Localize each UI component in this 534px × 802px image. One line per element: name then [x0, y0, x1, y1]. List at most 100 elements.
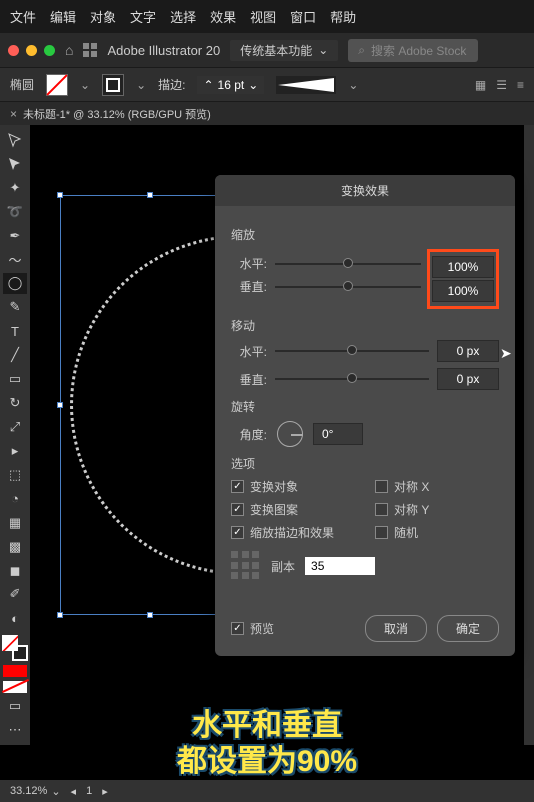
chevron-down-icon: ⌄: [318, 43, 328, 57]
brush-profile[interactable]: [276, 76, 336, 94]
cancel-button[interactable]: 取消: [365, 615, 427, 642]
zoom-value: 33.12%: [10, 785, 47, 797]
chevron-down-icon: ⌄: [51, 785, 60, 798]
menu-view[interactable]: 视图: [250, 7, 276, 26]
resize-handle[interactable]: [57, 192, 63, 198]
angle-input[interactable]: 0°: [313, 423, 363, 445]
perspective-tool[interactable]: ▦: [3, 512, 27, 534]
mesh-tool[interactable]: ▩: [3, 536, 27, 558]
workspace-label: 传统基本功能: [240, 42, 312, 59]
stepper-icon[interactable]: ⌃: [203, 78, 213, 92]
maximize-window-button[interactable]: [44, 45, 55, 56]
gradient-tool[interactable]: ◼: [3, 560, 27, 582]
artboard-number: 1: [86, 785, 92, 797]
pen-tool[interactable]: ✒: [3, 225, 27, 247]
copies-input[interactable]: 35: [305, 557, 375, 575]
dialog-title: 变换效果: [215, 175, 515, 206]
ellipse-tool[interactable]: ◯: [3, 273, 27, 295]
transform-patterns-checkbox[interactable]: [231, 503, 244, 516]
menu-effect[interactable]: 效果: [210, 7, 236, 26]
curvature-tool[interactable]: 〜: [3, 249, 27, 271]
type-tool[interactable]: T: [3, 320, 27, 342]
close-tab-icon[interactable]: ×: [10, 107, 17, 121]
scale-section-label: 缩放: [231, 226, 499, 243]
reference-point-selector[interactable]: [231, 551, 261, 581]
panel-toggle-icon[interactable]: ☰: [496, 78, 507, 92]
chevron-down-icon[interactable]: ⌄: [136, 78, 146, 92]
lasso-tool[interactable]: ➰: [3, 201, 27, 223]
ok-button[interactable]: 确定: [437, 615, 499, 642]
menu-object[interactable]: 对象: [90, 7, 116, 26]
paintbrush-tool[interactable]: ✎: [3, 296, 27, 318]
stroke-weight-input[interactable]: ⌃ 16 pt ⌄: [197, 76, 264, 94]
align-icon[interactable]: ▦: [475, 78, 486, 92]
menu-file[interactable]: 文件: [10, 7, 36, 26]
shape-tool[interactable]: ▭: [3, 368, 27, 390]
stroke-swatch[interactable]: [102, 74, 124, 96]
color-mode-swatch[interactable]: [3, 665, 27, 677]
window-controls: [8, 45, 55, 56]
menu-type[interactable]: 文字: [130, 7, 156, 26]
move-horizontal-input[interactable]: 0 px: [437, 340, 499, 362]
chevron-down-icon[interactable]: ⌄: [348, 78, 358, 92]
width-tool[interactable]: ▸: [3, 440, 27, 462]
menu-help[interactable]: 帮助: [330, 7, 356, 26]
transform-patterns-label: 变换图案: [250, 501, 298, 518]
transform-objects-checkbox[interactable]: [231, 480, 244, 493]
menu-window[interactable]: 窗口: [290, 7, 316, 26]
minimize-window-button[interactable]: [26, 45, 37, 56]
menu-bar: 文件 编辑 对象 文字 选择 效果 视图 窗口 帮助: [0, 0, 534, 33]
menu-edit[interactable]: 编辑: [50, 7, 76, 26]
search-icon: ⌕: [358, 43, 365, 58]
fill-stroke-indicator[interactable]: [2, 635, 28, 661]
reflect-x-checkbox[interactable]: [375, 480, 388, 493]
resize-handle[interactable]: [147, 612, 153, 618]
scale-horizontal-input[interactable]: 100%: [432, 256, 494, 278]
more-icon[interactable]: ≡: [517, 78, 524, 92]
resize-handle[interactable]: [147, 192, 153, 198]
scale-horizontal-slider[interactable]: [275, 263, 421, 265]
eyedropper-tool[interactable]: ✐: [3, 584, 27, 606]
selection-tool[interactable]: [3, 129, 27, 151]
workspace-switcher[interactable]: 传统基本功能 ⌄: [230, 40, 338, 61]
shape-builder-tool[interactable]: ◔: [3, 488, 27, 510]
resize-handle[interactable]: [57, 612, 63, 618]
scale-strokes-checkbox[interactable]: [231, 526, 244, 539]
random-checkbox[interactable]: [375, 526, 388, 539]
grid-icon[interactable]: [83, 43, 97, 57]
artboard-nav-next[interactable]: ▸: [102, 785, 108, 798]
fill-swatch[interactable]: [46, 74, 68, 96]
search-stock-input[interactable]: ⌕ 搜索 Adobe Stock: [348, 39, 478, 62]
move-vertical-slider[interactable]: [275, 378, 429, 380]
artboard-nav-prev[interactable]: ◂: [71, 785, 77, 798]
home-icon[interactable]: ⌂: [65, 42, 73, 58]
options-section-label: 选项: [231, 455, 499, 472]
magic-wand-tool[interactable]: ✦: [3, 177, 27, 199]
scale-vertical-slider[interactable]: [275, 286, 421, 288]
document-tab[interactable]: 未标题-1* @ 33.12% (RGB/GPU 预览): [23, 106, 211, 122]
caption-line-2: 都设置为90%: [0, 744, 534, 780]
mouse-cursor-icon: ➤: [500, 345, 512, 362]
scale-tool[interactable]: ⤢: [3, 416, 27, 438]
blend-tool[interactable]: ◐: [3, 607, 27, 629]
move-horizontal-slider[interactable]: [275, 350, 429, 352]
angle-dial[interactable]: [277, 421, 303, 447]
direct-selection-tool[interactable]: [3, 153, 27, 175]
move-vertical-input[interactable]: 0 px: [437, 368, 499, 390]
reflect-y-checkbox[interactable]: [375, 503, 388, 516]
menu-select[interactable]: 选择: [170, 7, 196, 26]
right-panel-collapsed[interactable]: [524, 125, 534, 745]
zoom-level-dropdown[interactable]: 33.12% ⌄: [10, 785, 61, 798]
chevron-down-icon[interactable]: ⌄: [248, 78, 258, 92]
close-window-button[interactable]: [8, 45, 19, 56]
scale-vertical-input[interactable]: 100%: [432, 280, 494, 302]
preview-checkbox[interactable]: [231, 622, 244, 635]
app-header: ⌂ Adobe Illustrator 20 传统基本功能 ⌄ ⌕ 搜索 Ado…: [0, 33, 534, 67]
move-vertical-label: 垂直:: [231, 371, 267, 388]
rotate-tool[interactable]: ↻: [3, 392, 27, 414]
chevron-down-icon[interactable]: ⌄: [80, 78, 90, 92]
line-tool[interactable]: ╱: [3, 344, 27, 366]
none-mode-swatch[interactable]: [3, 681, 27, 693]
resize-handle[interactable]: [57, 402, 63, 408]
free-transform-tool[interactable]: ⬚: [3, 464, 27, 486]
